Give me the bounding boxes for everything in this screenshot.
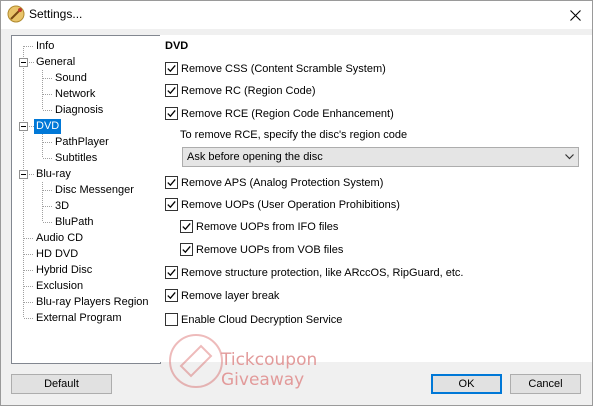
option-label: Remove structure protection, like ARccOS…: [181, 267, 464, 279]
checkmark-icon: [167, 178, 176, 187]
tree-item-subtitles[interactable]: Subtitles: [53, 151, 99, 166]
tree-item-dvd[interactable]: DVD: [34, 119, 62, 134]
close-button[interactable]: [558, 1, 592, 29]
tree-item-info[interactable]: Info: [34, 39, 56, 54]
option-label: Remove CSS (Content Scramble System): [181, 63, 386, 75]
watermark-line2: Giveaway: [221, 370, 305, 390]
tree-item-bluray-players-region[interactable]: Blu-ray Players Region: [34, 295, 151, 310]
tree-item-hybrid-disc[interactable]: Hybrid Disc: [34, 263, 94, 278]
tree-item-audio-cd[interactable]: Audio CD: [34, 231, 85, 246]
option-label: Remove layer break: [181, 290, 280, 302]
settings-window: Settings... Info General Sound Network D…: [0, 0, 593, 406]
tree-item-pathplayer[interactable]: PathPlayer: [53, 135, 111, 150]
region-code-select[interactable]: Ask before opening the disc: [182, 147, 579, 167]
tree-item-blupath[interactable]: BluPath: [53, 215, 96, 230]
checkmark-icon: [167, 268, 176, 277]
checkmark-icon: [167, 109, 176, 118]
option-label: Remove UOPs (User Operation Prohibitions…: [181, 199, 400, 211]
tree-item-diagnosis[interactable]: Diagnosis: [53, 103, 105, 118]
tree-item-network[interactable]: Network: [53, 87, 97, 102]
checkbox-checked[interactable]: [165, 84, 178, 97]
checkmark-icon: [167, 86, 176, 95]
section-title: DVD: [165, 40, 189, 52]
option-label: Remove RCE (Region Code Enhancement): [181, 108, 394, 120]
bluray-collapse-icon[interactable]: [19, 170, 28, 179]
checkmark-icon: [182, 222, 191, 231]
region-code-value: Ask before opening the disc: [187, 151, 323, 163]
cancel-button[interactable]: Cancel: [510, 374, 581, 394]
window-title: Settings...: [29, 7, 83, 21]
checkmark-icon: [167, 64, 176, 73]
checkmark-icon: [182, 245, 191, 254]
tree-item-external-program[interactable]: External Program: [34, 311, 124, 326]
checkbox-checked[interactable]: [180, 243, 193, 256]
checkbox-checked[interactable]: [165, 176, 178, 189]
checkmark-icon: [167, 200, 176, 209]
app-icon: [7, 5, 25, 23]
tree-item-hd-dvd[interactable]: HD DVD: [34, 247, 80, 262]
tree-item-disc-messenger[interactable]: Disc Messenger: [53, 183, 136, 198]
tree-item-sound[interactable]: Sound: [53, 71, 89, 86]
checkbox-checked[interactable]: [180, 220, 193, 233]
tree-item-3d[interactable]: 3D: [53, 199, 71, 214]
checkbox-checked[interactable]: [165, 62, 178, 75]
dvd-collapse-icon[interactable]: [19, 122, 28, 131]
ok-button[interactable]: OK: [431, 374, 502, 394]
checkbox-checked[interactable]: [165, 198, 178, 211]
general-collapse-icon[interactable]: [19, 58, 28, 67]
tree-item-exclusion[interactable]: Exclusion: [34, 279, 85, 294]
checkmark-icon: [167, 291, 176, 300]
watermark-line1: Tickcoupon: [221, 350, 318, 370]
checkbox-checked[interactable]: [165, 289, 178, 302]
option-label: Remove RC (Region Code): [181, 85, 316, 97]
option-label: Remove UOPs from IFO files: [196, 221, 339, 233]
checkbox-checked[interactable]: [165, 266, 178, 279]
settings-tree[interactable]: Info General Sound Network Diagnosis DVD…: [11, 35, 161, 364]
title-bar[interactable]: Settings...: [1, 1, 592, 29]
tree-item-general[interactable]: General: [34, 55, 77, 70]
chevron-down-icon: [565, 154, 574, 160]
option-label: Remove UOPs from VOB files: [196, 244, 344, 256]
tree-item-bluray[interactable]: Blu-ray: [34, 167, 73, 182]
rce-hint-text: To remove RCE, specify the disc's region…: [180, 129, 408, 141]
default-button[interactable]: Default: [11, 374, 112, 394]
option-label: Remove APS (Analog Protection System): [181, 177, 384, 189]
close-icon: [569, 9, 581, 21]
checkbox-checked[interactable]: [165, 107, 178, 120]
